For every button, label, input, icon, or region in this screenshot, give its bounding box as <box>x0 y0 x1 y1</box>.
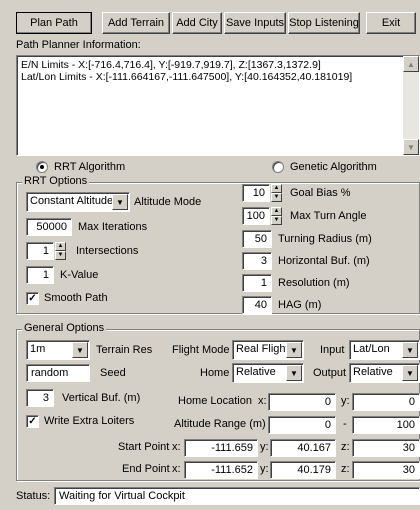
flight-mode-select[interactable]: Real Flight ▼ <box>232 340 304 360</box>
home-label: Home <box>200 367 230 379</box>
start-z-field[interactable]: 30 <box>352 439 420 457</box>
rrt-options-title: RRT Options <box>22 175 90 187</box>
write-extra-loiters-checkbox[interactable]: ✓ <box>26 415 39 428</box>
chevron-down-icon[interactable]: ▼ <box>286 365 302 381</box>
terrain-res-value: 1m <box>30 343 46 355</box>
genetic-algorithm-radio[interactable] <box>272 161 284 173</box>
goal-bias-spinner[interactable]: ▲ ▼ <box>271 184 282 202</box>
terrain-res-select[interactable]: 1m ▼ <box>26 340 90 360</box>
status-field: Waiting for Virtual Cockpit <box>54 487 420 505</box>
turning-radius-label: Turning Radius (m) <box>278 233 372 245</box>
end-y-label: y: <box>260 463 269 475</box>
status-label: Status: <box>16 490 51 502</box>
flight-mode-label: Flight Mode <box>172 344 230 356</box>
altitude-range-min-field[interactable]: 0 <box>268 416 336 434</box>
home-location-y-field[interactable]: 0 <box>352 393 420 411</box>
info-line-latlon: Lat/Lon Limits - X:[-111.664167,-111.647… <box>21 71 353 83</box>
k-value-field[interactable]: 1 <box>26 266 54 284</box>
output-select[interactable]: Relative ▼ <box>349 363 420 383</box>
resolution-field[interactable]: 1 <box>242 274 272 292</box>
info-scrollbar[interactable]: ▲ ▼ <box>403 56 419 155</box>
end-z-label: z: <box>341 463 350 475</box>
write-extra-loiters-label: Write Extra Loiters <box>44 415 135 427</box>
smooth-path-label: Smooth Path <box>44 292 108 304</box>
start-y-label: y: <box>260 441 269 453</box>
start-y-field[interactable]: 40.167 <box>270 439 336 457</box>
scroll-up-icon[interactable]: ▲ <box>403 56 419 72</box>
end-x-field[interactable]: -111.652 <box>184 461 258 479</box>
general-options-title: General Options <box>22 322 107 334</box>
smooth-path-checkbox[interactable]: ✓ <box>26 292 39 305</box>
output-label: Output <box>313 367 347 379</box>
altitude-mode-value: Constant Altitude <box>30 195 114 207</box>
end-point-label: End Point <box>122 463 170 475</box>
chevron-down-icon[interactable]: ▼ <box>402 342 418 358</box>
intersections-spinner[interactable]: ▲ ▼ <box>55 242 66 260</box>
start-x-field[interactable]: -111.659 <box>184 439 258 457</box>
horizontal-buf-field[interactable]: 3 <box>242 252 272 270</box>
start-z-label: z: <box>341 441 350 453</box>
altitude-range-max-field[interactable]: 100 <box>352 416 420 434</box>
add-terrain-button[interactable]: Add Terrain <box>102 12 170 34</box>
start-point-label: Start Point <box>118 441 170 453</box>
input-label: Input <box>320 344 345 356</box>
end-z-field[interactable]: 30 <box>352 461 420 479</box>
home-location-y-label: y: <box>341 395 350 407</box>
altitude-range-dash: - <box>343 418 347 430</box>
plan-path-button[interactable]: Plan Path <box>16 12 92 34</box>
chevron-down-icon[interactable]: ▼ <box>286 342 302 358</box>
max-turn-angle-spinner[interactable]: ▲ ▼ <box>271 207 282 225</box>
save-inputs-button[interactable]: Save Inputs <box>224 12 286 34</box>
home-location-label: Home Location <box>178 395 252 407</box>
output-value: Relative <box>353 366 393 378</box>
intersections-label: Intersections <box>76 245 139 257</box>
k-value-label: K-Value <box>60 269 99 281</box>
horizontal-buf-label: Horizontal Buf. (m) <box>278 255 370 267</box>
start-x-label: x: <box>172 441 181 453</box>
end-x-label: x: <box>172 463 181 475</box>
max-iterations-field[interactable]: 50000 <box>26 218 72 236</box>
hag-label: HAG (m) <box>278 299 322 311</box>
rrt-algorithm-radio[interactable] <box>36 161 48 173</box>
altitude-range-label: Altitude Range (m) <box>174 418 266 430</box>
home-select[interactable]: Relative ▼ <box>232 363 304 383</box>
seed-field[interactable]: random <box>26 364 90 382</box>
hag-field[interactable]: 40 <box>242 296 272 314</box>
turning-radius-field[interactable]: 50 <box>242 230 272 248</box>
max-turn-angle-field[interactable]: 100 <box>242 207 270 225</box>
goal-bias-label: Goal Bias % <box>290 187 351 199</box>
home-location-x-label: x: <box>258 395 267 407</box>
chevron-down-icon[interactable]: ▼ <box>112 194 128 210</box>
flight-mode-value: Real Flight <box>236 343 289 355</box>
info-line-en: E/N Limits - X:[-716.4,716.4], Y:[-919.7… <box>21 59 321 71</box>
add-city-button[interactable]: Add City <box>172 12 222 34</box>
intersections-field[interactable]: 1 <box>26 242 54 260</box>
path-planner-info-textarea[interactable]: E/N Limits - X:[-716.4,716.4], Y:[-919.7… <box>16 55 420 156</box>
vertical-buf-field[interactable]: 3 <box>26 389 54 407</box>
vertical-buf-label: Vertical Buf. (m) <box>62 392 141 404</box>
max-turn-angle-label: Max Turn Angle <box>290 210 367 222</box>
seed-label: Seed <box>100 367 126 379</box>
chevron-down-icon[interactable]: ▼ <box>402 365 418 381</box>
genetic-algorithm-label: Genetic Algorithm <box>290 161 377 173</box>
altitude-mode-label: Altitude Mode <box>134 196 202 208</box>
max-iterations-label: Max Iterations <box>78 221 148 233</box>
path-planner-info-label: Path Planner Information: <box>16 39 141 51</box>
resolution-label: Resolution (m) <box>278 277 350 289</box>
end-y-field[interactable]: 40.179 <box>270 461 336 479</box>
rrt-algorithm-label: RRT Algorithm <box>54 161 126 173</box>
home-value: Relative <box>236 366 276 378</box>
input-select[interactable]: Lat/Lon ▼ <box>349 340 420 360</box>
chevron-down-icon[interactable]: ▼ <box>72 342 88 358</box>
goal-bias-field[interactable]: 10 <box>242 184 270 202</box>
terrain-res-label: Terrain Res <box>96 344 153 356</box>
home-location-x-field[interactable]: 0 <box>268 393 336 411</box>
scroll-down-icon[interactable]: ▼ <box>403 139 419 155</box>
input-value: Lat/Lon <box>353 343 390 355</box>
altitude-mode-select[interactable]: Constant Altitude ▼ <box>26 192 130 212</box>
stop-listening-button[interactable]: Stop Listening <box>288 12 360 34</box>
exit-button[interactable]: Exit <box>366 12 416 34</box>
